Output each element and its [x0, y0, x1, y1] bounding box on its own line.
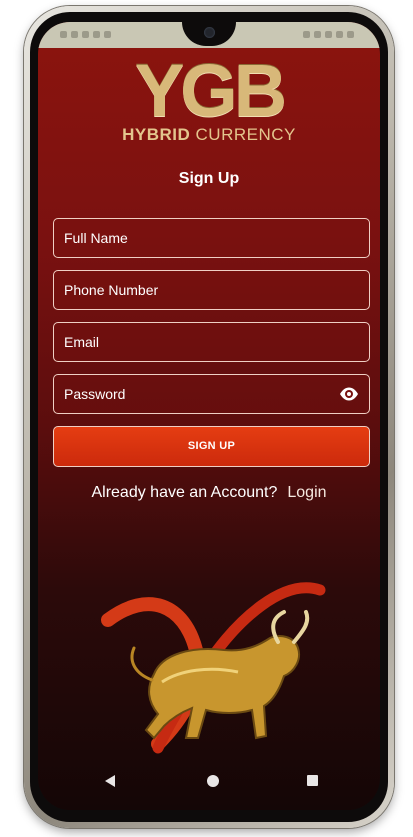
triangle-left-icon[interactable]	[104, 774, 116, 788]
square-icon[interactable]	[306, 774, 319, 787]
logo-mark: YGB	[134, 49, 287, 132]
page-title: Sign Up	[178, 170, 240, 187]
email-field[interactable]: Email	[53, 322, 370, 362]
phone-frame: YGB HYBRID CURRENCY Sign Up Full Name Ph…	[24, 6, 394, 828]
login-prompt-row: Already have an Account? Login	[38, 484, 380, 502]
bull-emblem-icon	[101, 582, 326, 754]
circle-icon[interactable]	[206, 774, 220, 788]
status-icon	[314, 31, 321, 38]
phone-bezel: YGB HYBRID CURRENCY Sign Up Full Name Ph…	[30, 12, 388, 822]
logo-tagline: HYBRID CURRENCY	[38, 126, 380, 144]
full-name-field[interactable]: Full Name	[53, 218, 370, 258]
bull-tail-icon	[130, 646, 154, 682]
status-icon	[325, 31, 332, 38]
status-icon	[303, 31, 310, 38]
logo-tagline-bold: HYBRID	[122, 125, 191, 144]
navigation-bar	[38, 756, 380, 810]
login-prompt-text: Already have an Account?	[91, 484, 278, 501]
status-icon	[104, 31, 111, 38]
phone-number-field[interactable]: Phone Number	[53, 270, 370, 310]
login-link[interactable]: Login	[287, 484, 326, 501]
email-placeholder: Email	[64, 334, 100, 350]
status-icon	[60, 31, 67, 38]
status-icon	[93, 31, 100, 38]
status-icon	[71, 31, 78, 38]
phone-number-placeholder: Phone Number	[64, 282, 159, 298]
eye-icon[interactable]	[339, 386, 359, 402]
password-field[interactable]: Password	[53, 374, 370, 414]
status-icon	[82, 31, 89, 38]
password-placeholder: Password	[64, 386, 126, 402]
front-camera-icon	[204, 27, 215, 38]
status-icon	[347, 31, 354, 38]
bull-body-icon	[144, 635, 300, 740]
app-logo: YGB HYBRID CURRENCY	[38, 54, 380, 144]
logo-tagline-rest: CURRENCY	[190, 125, 296, 144]
full-name-placeholder: Full Name	[64, 230, 128, 246]
status-icons-right	[303, 31, 354, 38]
status-icons-left	[60, 31, 111, 38]
sign-up-button[interactable]: SIGN UP	[53, 426, 370, 467]
app-screen: YGB HYBRID CURRENCY Sign Up Full Name Ph…	[38, 22, 380, 810]
bull-horn-right-icon	[292, 610, 310, 644]
status-icon	[336, 31, 343, 38]
